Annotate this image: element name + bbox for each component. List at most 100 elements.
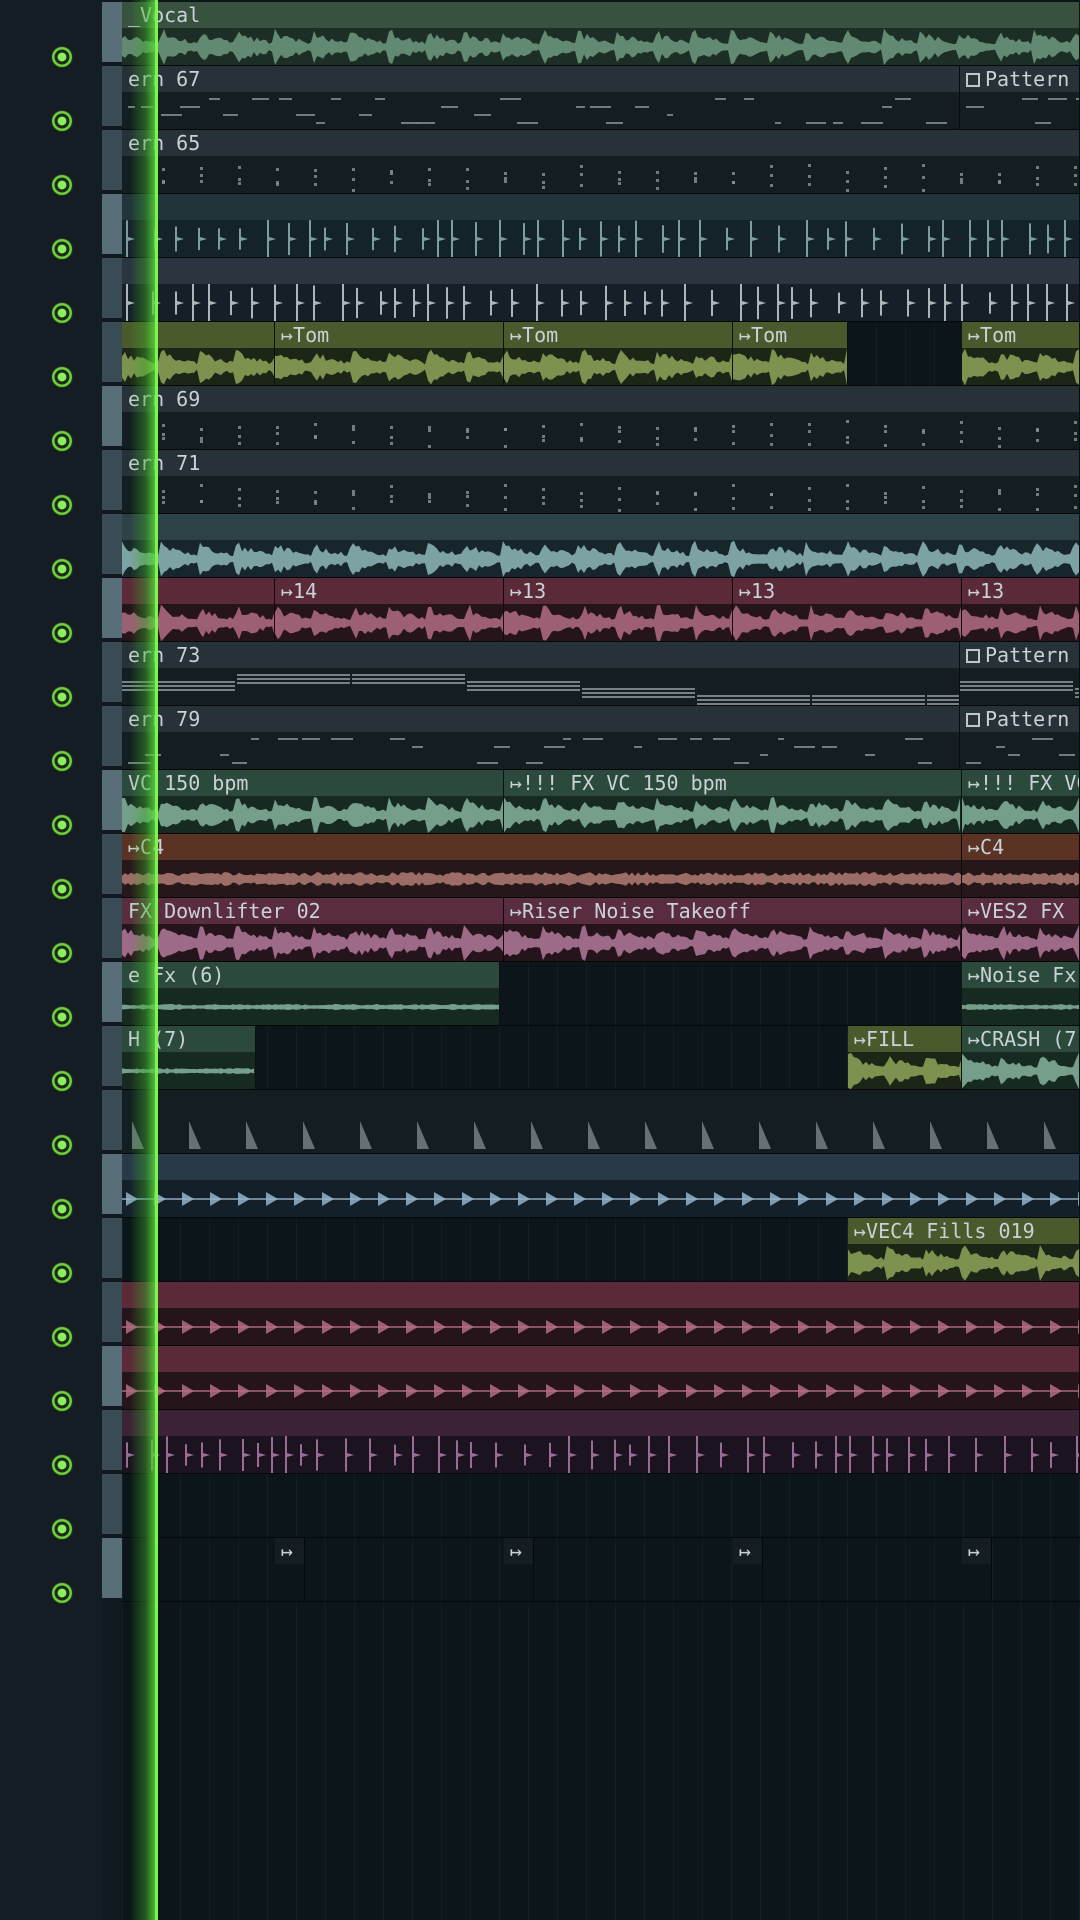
playlist-track-lane[interactable]: ern 73 Pattern [122, 642, 1080, 706]
playlist-clip[interactable]: ern 79 [122, 706, 960, 769]
clip-header[interactable] [504, 1538, 533, 1564]
playlist-clip[interactable] [122, 1090, 1080, 1153]
playlist-track-lane[interactable]: _Vocal [122, 2, 1080, 66]
playlist-clip[interactable]: VC 150 bpm [122, 770, 504, 833]
track-grip[interactable] [102, 1538, 122, 1598]
track-mute-button[interactable] [51, 1070, 73, 1092]
playlist-clip[interactable] [122, 258, 1080, 321]
track-grip[interactable] [102, 514, 122, 574]
playlist-clip[interactable]: Noise Fx [962, 962, 1080, 1025]
clip-header[interactable]: FX Downlifter 02 [122, 898, 503, 924]
clip-header[interactable]: ern 67 [122, 66, 959, 92]
playlist-clip[interactable] [122, 194, 1080, 257]
playlist-clip[interactable] [733, 1538, 763, 1601]
playlist-track-lane[interactable]: e Fx (6) Noise Fx [122, 962, 1080, 1026]
playlist-clip[interactable] [122, 514, 1080, 577]
playlist-clip[interactable] [122, 322, 275, 385]
playlist-track-lane[interactable]: ern 69 [122, 386, 1080, 450]
track-grip[interactable] [102, 578, 122, 638]
playlist-clip[interactable]: !!! FX VC [962, 770, 1080, 833]
track-mute-button[interactable] [51, 174, 73, 196]
clip-header[interactable]: Tom [733, 322, 847, 348]
clip-header[interactable] [122, 514, 1079, 540]
clip-header[interactable] [122, 1282, 1079, 1308]
clip-header[interactable]: 13 [962, 578, 1079, 604]
track-grip[interactable] [102, 1474, 122, 1534]
playlist-track-lane[interactable] [122, 1538, 1080, 1602]
playlist-clip[interactable]: VES2 FX [962, 898, 1080, 961]
playlist-track-lane[interactable]: ern 71 [122, 450, 1080, 514]
track-mute-button[interactable] [51, 366, 73, 388]
track-mute-button[interactable] [51, 750, 73, 772]
clip-header[interactable]: 14 [275, 578, 503, 604]
clip-header[interactable]: Pattern [960, 706, 1079, 732]
clip-header[interactable]: 13 [733, 578, 961, 604]
track-grip[interactable] [102, 1346, 122, 1406]
playlist-clip[interactable] [275, 1538, 305, 1601]
clip-header[interactable] [122, 578, 274, 604]
clip-header[interactable] [122, 1346, 1079, 1372]
clip-header[interactable]: 13 [504, 578, 732, 604]
playlist-track-lane[interactable]: ern 67 Pattern [122, 66, 1080, 130]
playlist-track-lane[interactable]: Tom Tom Tom Tom [122, 322, 1080, 386]
playlist-clip[interactable]: FILL [848, 1026, 962, 1089]
clip-header[interactable]: VEC4 Fills 019 [848, 1218, 1079, 1244]
playlist-clip[interactable]: VEC4 Fills 019 [848, 1218, 1080, 1281]
playlist-track-lane[interactable] [122, 258, 1080, 322]
track-mute-button[interactable] [51, 622, 73, 644]
track-grip[interactable] [102, 2, 122, 62]
playlist-clip[interactable]: ern 69 [122, 386, 1080, 449]
playlist-clip[interactable] [122, 1410, 1080, 1473]
track-grip[interactable] [102, 1282, 122, 1342]
track-grip[interactable] [102, 642, 122, 702]
clip-header[interactable]: Tom [504, 322, 732, 348]
track-mute-button[interactable] [51, 1518, 73, 1540]
clip-header[interactable]: !!! FX VC 150 bpm [504, 770, 961, 796]
clip-header[interactable] [122, 194, 1079, 220]
track-mute-button[interactable] [51, 1390, 73, 1412]
playlist-track-lane[interactable] [122, 1346, 1080, 1410]
clip-header[interactable]: ern 71 [122, 450, 1079, 476]
track-grip[interactable] [102, 450, 122, 510]
playlist-clip[interactable]: Riser Noise Takeoff [504, 898, 962, 961]
playlist-clip[interactable]: ern 71 [122, 450, 1080, 513]
playlist-clip[interactable] [122, 1346, 1080, 1409]
clip-header[interactable]: Pattern [960, 642, 1079, 668]
track-mute-button[interactable] [51, 494, 73, 516]
playlist-clip[interactable]: C4 [962, 834, 1080, 897]
playlist-clip[interactable]: Tom [962, 322, 1080, 385]
playlist-track-lane[interactable] [122, 514, 1080, 578]
track-grip[interactable] [102, 1410, 122, 1470]
clip-header[interactable] [122, 258, 1079, 284]
playlist-clip[interactable]: Pattern [960, 706, 1080, 769]
clip-header[interactable]: Tom [962, 322, 1079, 348]
track-mute-button[interactable] [51, 430, 73, 452]
track-grip[interactable] [102, 834, 122, 894]
track-grip[interactable] [102, 962, 122, 1022]
playlist-clip[interactable]: Tom [733, 322, 848, 385]
clip-header[interactable] [962, 1538, 991, 1564]
playlist-track-lane[interactable]: C4 C4 [122, 834, 1080, 898]
clip-header[interactable] [733, 1538, 762, 1564]
clip-header[interactable]: Pattern [960, 66, 1079, 92]
clip-header[interactable]: C4 [122, 834, 961, 860]
clip-header[interactable] [122, 1410, 1079, 1436]
playlist-clip[interactable]: Tom [275, 322, 504, 385]
clip-header[interactable]: !!! FX VC [962, 770, 1079, 796]
track-mute-button[interactable] [51, 302, 73, 324]
track-grip[interactable] [102, 1154, 122, 1214]
clip-header[interactable]: ern 73 [122, 642, 959, 668]
clip-header[interactable]: Noise Fx [962, 962, 1079, 988]
clip-header[interactable]: ern 65 [122, 130, 1079, 156]
playlist-track-lane[interactable] [122, 1282, 1080, 1346]
playlist-track-lane[interactable] [122, 1090, 1080, 1154]
playlist-clip[interactable]: Pattern [960, 66, 1080, 129]
track-mute-button[interactable] [51, 878, 73, 900]
playlist-clip[interactable]: _Vocal [122, 2, 1080, 65]
playlist-track-lane[interactable] [122, 1410, 1080, 1474]
playlist-clip[interactable] [122, 1154, 1080, 1217]
clip-header[interactable] [122, 322, 274, 348]
playlist-clip[interactable]: ern 73 [122, 642, 960, 705]
playlist-track-lane[interactable] [122, 194, 1080, 258]
track-grip[interactable] [102, 66, 122, 126]
